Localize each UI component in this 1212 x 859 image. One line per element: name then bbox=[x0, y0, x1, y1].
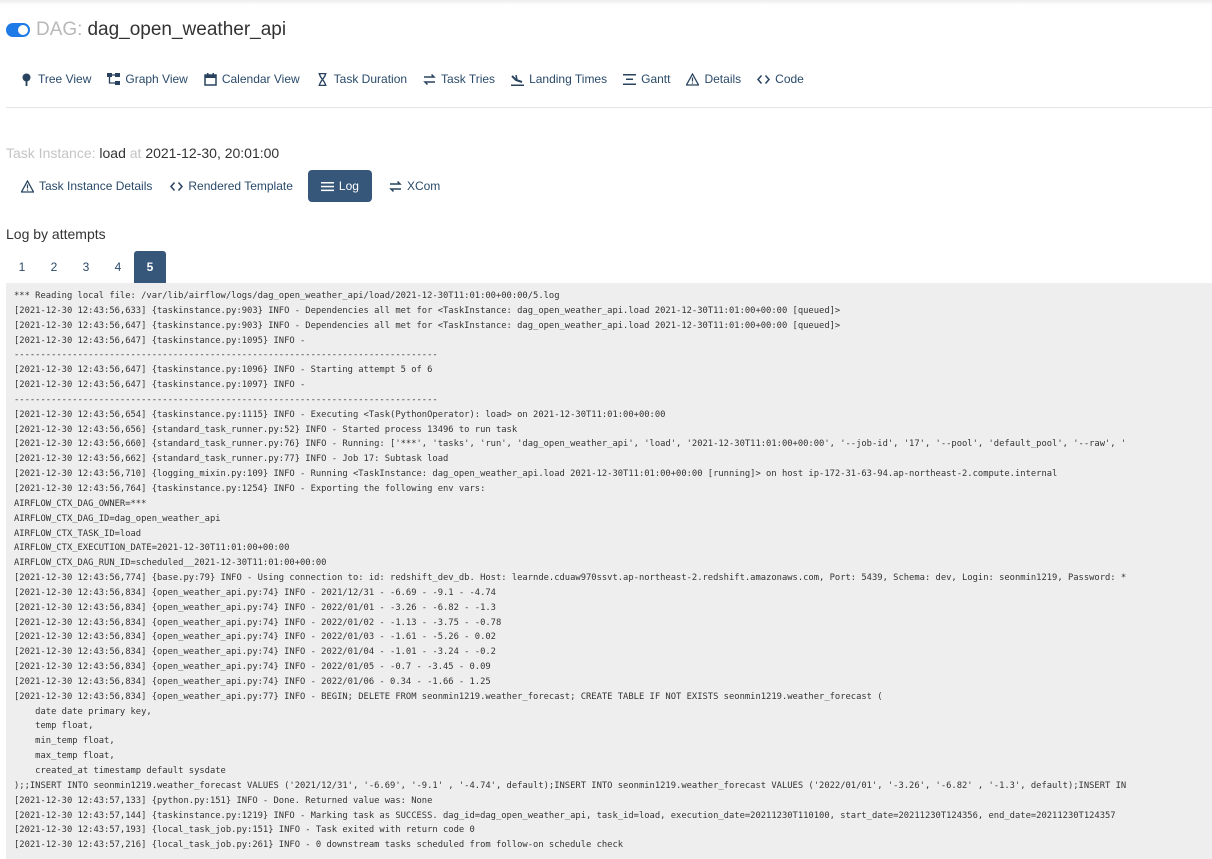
nav-label: Graph View bbox=[125, 72, 188, 86]
log-line: [2021-12-30 12:43:56,633] {taskinstance.… bbox=[14, 305, 841, 316]
nav-label: Gantt bbox=[641, 72, 671, 86]
log-text: *** Reading local file: /var/lib/airflow… bbox=[14, 289, 1212, 853]
log-line: [2021-12-30 12:43:57,216] {local_task_jo… bbox=[14, 840, 624, 851]
tab-log[interactable]: Log bbox=[307, 170, 372, 202]
log-title: Log by attempts bbox=[6, 226, 106, 242]
log-line: max_temp float, bbox=[35, 751, 115, 762]
landing-icon bbox=[511, 73, 525, 86]
code-icon bbox=[757, 73, 771, 86]
dag-pause-toggle[interactable] bbox=[6, 23, 30, 37]
log-line: [2021-12-30 12:43:56,834] {open_weather_… bbox=[14, 632, 496, 643]
log-line: ----------------------------------------… bbox=[14, 394, 438, 405]
log-line: [2021-12-30 12:43:56,834] {open_weather_… bbox=[14, 691, 883, 702]
tab-rendered-template[interactable]: Rendered Template bbox=[161, 170, 302, 202]
nav-task-tries[interactable]: Task Tries bbox=[415, 66, 503, 92]
log-line: [2021-12-30 12:43:57,193] {local_task_jo… bbox=[14, 825, 475, 836]
tab-label: Log bbox=[338, 179, 359, 193]
attempt-tab-1[interactable]: 1 bbox=[6, 251, 38, 283]
log-line: AIRFLOW_CTX_DAG_OWNER=*** bbox=[14, 498, 147, 509]
attempt-tabs: 1 2 3 4 5 bbox=[6, 251, 166, 283]
nav-label: Details bbox=[704, 72, 742, 86]
nav-details[interactable]: Details bbox=[678, 66, 749, 92]
warning-icon bbox=[21, 179, 34, 193]
log-line: [2021-12-30 12:43:56,834] {open_weather_… bbox=[14, 602, 496, 613]
attempt-tab-4[interactable]: 4 bbox=[102, 251, 134, 283]
dag-view-nav: Tree View Graph View Calendar View Task … bbox=[12, 66, 812, 92]
warning-icon bbox=[686, 72, 700, 86]
top-shadow bbox=[0, 0, 1212, 5]
log-line: AIRFLOW_CTX_DAG_RUN_ID=scheduled__2021-1… bbox=[14, 558, 327, 569]
list-icon bbox=[320, 180, 334, 193]
log-line: temp float, bbox=[35, 721, 94, 732]
dag-id: dag_open_weather_api bbox=[87, 19, 287, 40]
attempt-tab-5[interactable]: 5 bbox=[134, 251, 166, 283]
log-line: [2021-12-30 12:43:56,834] {open_weather_… bbox=[14, 676, 491, 687]
nav-gantt[interactable]: Gantt bbox=[615, 66, 678, 92]
log-line: [2021-12-30 12:43:56,647] {taskinstance.… bbox=[14, 365, 433, 376]
tab-task-instance-details[interactable]: Task Instance Details bbox=[12, 170, 161, 202]
log-line: AIRFLOW_CTX_TASK_ID=load bbox=[14, 528, 142, 539]
log-line: [2021-12-30 12:43:56,647] {taskinstance.… bbox=[14, 335, 306, 346]
log-line: [2021-12-30 12:43:57,144] {taskinstance.… bbox=[14, 810, 1116, 821]
log-line: [2021-12-30 12:43:56,710] {logging_mixin… bbox=[14, 469, 1058, 480]
log-line: [2021-12-30 12:43:56,654] {taskinstance.… bbox=[14, 409, 666, 420]
log-line: [2021-12-30 12:43:56,647] {taskinstance.… bbox=[14, 380, 306, 391]
log-line: [2021-12-30 12:43:56,764] {taskinstance.… bbox=[14, 483, 486, 494]
nav-label: Task Tries bbox=[441, 72, 496, 86]
nav-label: Task Duration bbox=[333, 72, 408, 86]
nav-label: Landing Times bbox=[529, 72, 608, 86]
calendar-icon bbox=[204, 72, 217, 86]
log-line: [2021-12-30 12:43:56,834] {open_weather_… bbox=[14, 647, 496, 658]
log-line: AIRFLOW_CTX_DAG_ID=dag_open_weather_api bbox=[14, 513, 221, 524]
log-line: [2021-12-30 12:43:56,834] {open_weather_… bbox=[14, 662, 491, 673]
task-instance-header: Task Instance: load at 2021-12-30, 20:01… bbox=[6, 145, 279, 161]
log-line: [2021-12-30 12:43:56,834] {open_weather_… bbox=[14, 587, 496, 598]
tree-icon bbox=[20, 73, 33, 86]
log-line: date date primary key, bbox=[35, 706, 152, 717]
retry-icon bbox=[423, 73, 436, 86]
log-line: [2021-12-30 12:43:57,133] {python.py:151… bbox=[14, 795, 433, 806]
attempt-tab-2[interactable]: 2 bbox=[38, 251, 70, 283]
log-line: [2021-12-30 12:43:56,834] {open_weather_… bbox=[14, 617, 502, 628]
dag-label: DAG: bbox=[36, 19, 83, 40]
exchange-icon bbox=[389, 180, 402, 193]
log-line: created_at timestamp default sysdate bbox=[35, 766, 226, 776]
log-line: [2021-12-30 12:43:56,774] {base.py:79} I… bbox=[14, 573, 1127, 584]
graph-icon bbox=[107, 72, 121, 86]
nav-graph-view[interactable]: Graph View bbox=[99, 66, 195, 92]
nav-tree-view[interactable]: Tree View bbox=[12, 66, 99, 92]
nav-code[interactable]: Code bbox=[749, 66, 812, 92]
nav-label: Calendar View bbox=[221, 72, 300, 86]
task-instance-prefix: Task Instance: bbox=[6, 145, 96, 161]
nav-divider bbox=[6, 107, 1212, 108]
code-icon bbox=[170, 180, 184, 193]
execution-date: 2021-12-30, 20:01:00 bbox=[145, 145, 280, 161]
nav-label: Tree View bbox=[38, 72, 92, 86]
at-label: at bbox=[129, 145, 142, 161]
nav-label: Code bbox=[775, 72, 804, 86]
dag-header: DAG: dag_open_weather_api bbox=[6, 16, 286, 44]
log-line: ----------------------------------------… bbox=[14, 350, 438, 361]
task-id: load bbox=[99, 145, 126, 161]
log-line: );;INSERT INTO seonmin1219.weather_forec… bbox=[14, 780, 1127, 791]
log-line: AIRFLOW_CTX_EXECUTION_DATE=2021-12-30T11… bbox=[14, 543, 290, 554]
log-line: [2021-12-30 12:43:56,656] {standard_task… bbox=[14, 424, 518, 435]
nav-calendar-view[interactable]: Calendar View bbox=[196, 66, 308, 92]
attempt-tab-3[interactable]: 3 bbox=[70, 251, 102, 283]
log-line: [2021-12-30 12:43:56,660] {standard_task… bbox=[14, 439, 1127, 450]
log-output[interactable]: *** Reading local file: /var/lib/airflow… bbox=[6, 283, 1212, 859]
tab-xcom[interactable]: XCom bbox=[380, 170, 449, 202]
log-line: [2021-12-30 12:43:56,662] {standard_task… bbox=[14, 454, 449, 465]
tab-label: Rendered Template bbox=[188, 179, 293, 193]
log-line: [2021-12-30 12:43:56,647] {taskinstance.… bbox=[14, 320, 841, 331]
task-instance-tabs: Task Instance Details Rendered Template … bbox=[12, 170, 449, 202]
hourglass-icon bbox=[316, 72, 329, 86]
tab-label: Task Instance Details bbox=[39, 179, 153, 193]
nav-landing-times[interactable]: Landing Times bbox=[503, 66, 615, 92]
log-line: *** Reading local file: /var/lib/airflow… bbox=[14, 291, 560, 301]
nav-task-duration[interactable]: Task Duration bbox=[308, 66, 415, 92]
log-line: min_temp float, bbox=[35, 736, 115, 747]
tab-label: XCom bbox=[406, 179, 441, 193]
gantt-icon bbox=[623, 73, 637, 86]
